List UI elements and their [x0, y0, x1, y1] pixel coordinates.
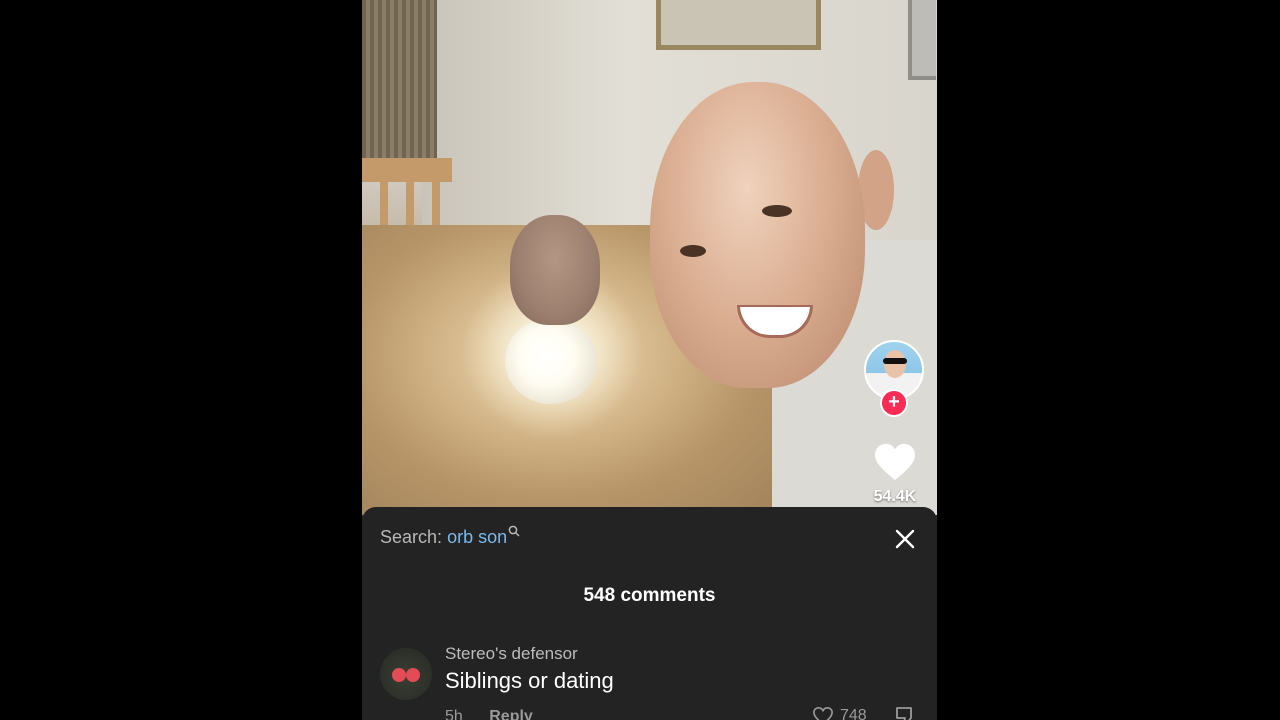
heart-icon[interactable] — [873, 442, 917, 482]
follow-plus-icon[interactable]: + — [880, 389, 908, 417]
close-icon[interactable] — [893, 527, 917, 551]
avatar-figure — [406, 668, 420, 682]
heart-outline-icon — [813, 706, 833, 720]
search-suggestion[interactable]: Search: orb son — [380, 525, 520, 548]
search-label: Search: — [380, 527, 443, 547]
video-picture-frame — [656, 0, 821, 50]
avatar-sunglasses — [883, 358, 907, 364]
avatar-figure — [392, 668, 406, 682]
comment-age: 5h — [445, 708, 463, 720]
avatar-face — [884, 350, 906, 378]
video-curtain — [362, 0, 437, 160]
comment-item: Stereo's defensor Siblings or dating 5h … — [380, 644, 920, 720]
comment-username[interactable]: Stereo's defensor — [445, 644, 578, 664]
potato-object — [510, 215, 600, 325]
search-icon — [508, 525, 520, 537]
comment-like-count: 748 — [840, 707, 867, 720]
comment-like-button[interactable]: 748 — [812, 706, 867, 720]
person-head — [650, 82, 865, 388]
video-frame[interactable]: + — [362, 0, 937, 515]
dislike-icon[interactable] — [894, 706, 916, 720]
comment-text: Siblings or dating — [445, 668, 614, 693]
person-eye — [762, 205, 792, 217]
comments-count: 548 comments — [583, 585, 716, 606]
commenter-avatar[interactable] — [380, 648, 432, 700]
comment-meta: 5h Reply — [445, 708, 533, 720]
video-viewer: + 54.4K Search: orb son 548 comments Ste… — [362, 0, 937, 720]
person-eye — [680, 245, 706, 257]
search-term-link[interactable]: orb son — [447, 527, 507, 547]
comments-sheet: Search: orb son 548 comments Stereo's de… — [362, 507, 937, 720]
video-picture-frame-small — [908, 0, 936, 80]
like-count: 54.4K — [873, 488, 917, 505]
glowing-orb — [505, 318, 597, 404]
reply-button[interactable]: Reply — [489, 708, 533, 720]
